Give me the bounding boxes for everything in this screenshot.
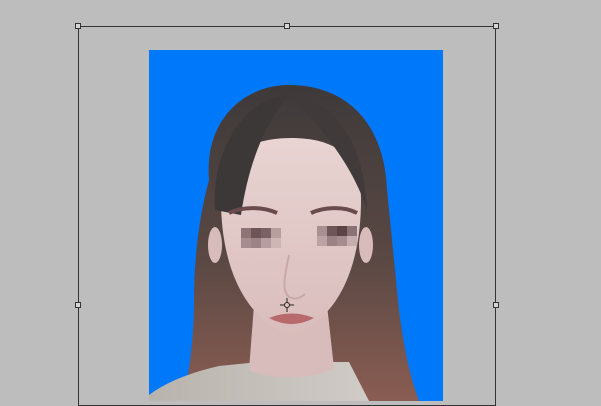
transform-handle-top-right[interactable] (493, 23, 499, 29)
left-ear (208, 227, 222, 263)
crosshair-icon[interactable] (280, 298, 294, 312)
portrait-photo (149, 50, 443, 401)
editor-canvas[interactable] (0, 0, 601, 406)
transform-handle-middle-right[interactable] (493, 302, 499, 308)
transform-handle-top-left[interactable] (75, 23, 81, 29)
transform-handle-top-middle[interactable] (284, 23, 290, 29)
transform-handle-middle-left[interactable] (75, 302, 81, 308)
pixelated-eyes-right (317, 226, 357, 246)
right-ear (359, 227, 373, 263)
pixelated-eyes-left (241, 228, 281, 248)
id-photo-layer[interactable] (149, 50, 443, 401)
